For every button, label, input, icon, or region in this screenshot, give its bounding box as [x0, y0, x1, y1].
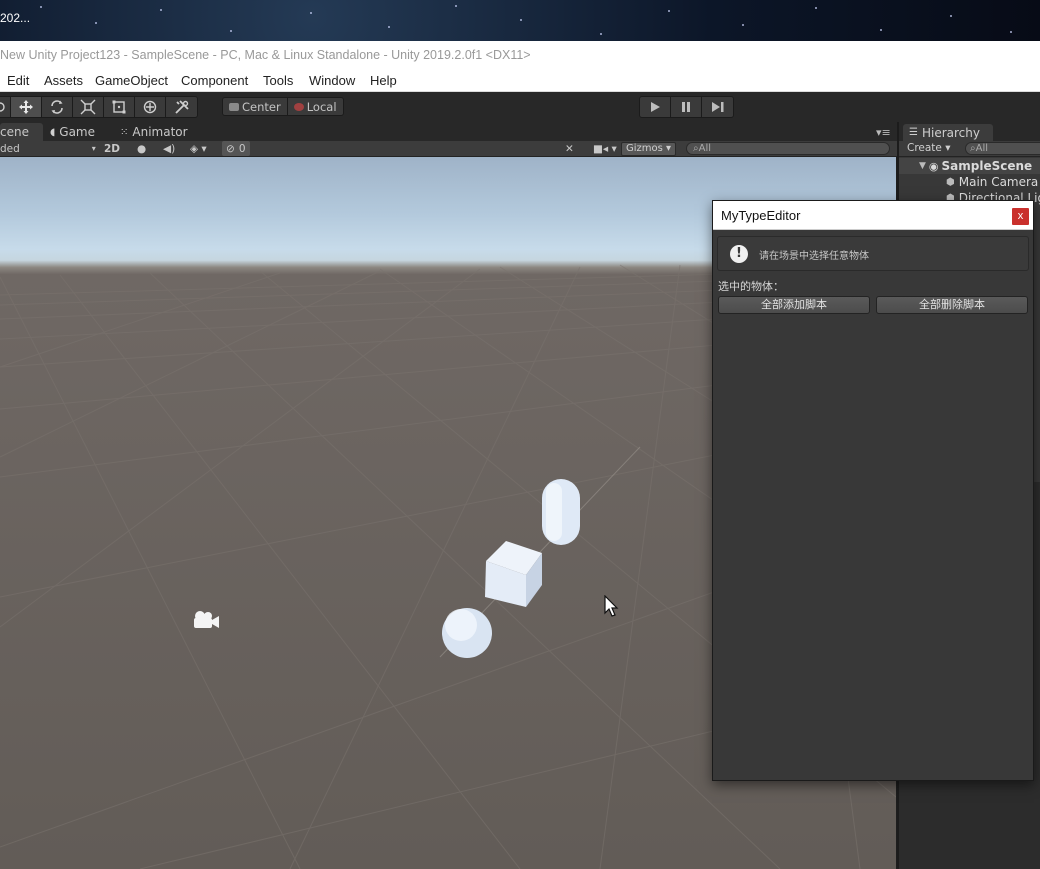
rect-icon[interactable] [104, 97, 135, 117]
gizmos-label: Gizmos [626, 143, 663, 154]
gizmos-dropdown[interactable]: Gizmos ▾ [621, 142, 677, 156]
menu-assets[interactable]: Assets [44, 73, 83, 88]
menu-gameobject[interactable]: GameObject [95, 73, 168, 88]
sphere-object[interactable] [442, 608, 492, 658]
main-toolbar: Center Local [0, 92, 1040, 122]
hierarchy-item-label: Main Camera [958, 175, 1039, 189]
rotate-icon[interactable] [42, 97, 73, 117]
window-titlebar[interactable]: New Unity Project123 - SampleScene - PC,… [0, 41, 1040, 69]
selected-objects-label: 选中的物体： [718, 280, 784, 293]
center-icon [229, 102, 239, 111]
pivot-rotation-label: Local [306, 99, 337, 114]
move-icon[interactable] [11, 97, 42, 117]
help-message: 请在场景中选择任意物体 [759, 251, 869, 262]
tab-hierarchy[interactable]: ☰ Hierarchy [903, 124, 993, 141]
cube-object[interactable] [485, 541, 542, 607]
scene-tab-row: cene ◖ Game ⁙ Animator ▾≡ [0, 122, 897, 141]
mouse-cursor-icon [604, 595, 619, 617]
pause-button[interactable] [671, 97, 702, 117]
menu-component[interactable]: Component [181, 73, 248, 88]
hierarchy-search-placeholder: All [975, 143, 989, 154]
menu-window[interactable]: Window [309, 73, 355, 88]
window-title: New Unity Project123 - SampleScene - PC,… [0, 48, 531, 62]
scene-view-toolbar: ded ▾ 2D ● ◀) ◈ ▾ ⊘ 0 ✕ ■◂ ▾ Gizmos ▾ ⌕A… [0, 141, 897, 157]
transform-icon[interactable] [135, 97, 166, 117]
pivot-mode-toggle[interactable]: Center [223, 98, 288, 115]
effects-icon: ◈ ▾ [190, 142, 207, 155]
tools-icon[interactable]: ✕ [565, 141, 574, 156]
playmode-controls [639, 96, 734, 118]
tab-animator-label: Animator [132, 125, 188, 139]
create-label: Create [907, 142, 942, 154]
editor-title: MyTypeEditor [721, 208, 801, 223]
tab-menu-icon[interactable]: ▾≡ [876, 126, 891, 139]
menu-help[interactable]: Help [370, 73, 397, 88]
menu-edit[interactable]: Edit [7, 73, 29, 88]
step-button[interactable] [702, 97, 733, 117]
2d-toggle[interactable]: 2D [104, 141, 120, 156]
audio-toggle[interactable]: ◀) [163, 141, 175, 156]
unity-editor-screen: 202... New Unity Project123 - SampleScen… [0, 0, 1040, 869]
desktop-taskbar-label[interactable]: 202... [0, 11, 30, 25]
add-all-scripts-button[interactable]: 全部添加脚本 [718, 296, 870, 314]
local-icon [293, 102, 304, 111]
tab-hierarchy-label: Hierarchy [921, 125, 980, 140]
tab-animator[interactable]: ⁙ Animator [120, 123, 188, 141]
pivot-toggles: Center Local [222, 97, 344, 116]
scale-icon[interactable] [73, 97, 104, 117]
hierarchy-item-main-camera[interactable]: ⬢ Main Camera [899, 174, 1040, 190]
custom-tool-icon[interactable] [166, 97, 197, 117]
remove-all-scripts-button[interactable]: 全部删除脚本 [876, 296, 1028, 314]
expand-triangle-icon[interactable]: ▼ [919, 161, 926, 171]
desktop-background: 202... [0, 0, 1040, 41]
menu-tools[interactable]: Tools [263, 73, 293, 88]
effects-dropdown[interactable]: ◈ ▾ [190, 141, 207, 156]
pacman-icon: ◖ [50, 126, 56, 138]
lighting-toggle[interactable]: ● [137, 141, 146, 156]
scene-name: SampleScene [941, 159, 1033, 173]
hidden-objects-toggle[interactable]: ⊘ 0 [222, 141, 250, 156]
chevron-down-icon: ▾ [91, 144, 96, 153]
bulb-icon: ● [137, 142, 147, 155]
warning-icon: ! [730, 245, 748, 263]
shading-mode-dropdown[interactable]: ded ▾ [0, 141, 96, 156]
hierarchy-toolbar: Create ▾ ⌕All [899, 141, 1040, 157]
camera-gizmo-icon[interactable] [190, 609, 222, 631]
capsule-object[interactable] [542, 479, 580, 545]
pivot-mode-label: Center [242, 99, 281, 114]
hierarchy-scene-row[interactable]: ▼ ◉ SampleScene [899, 158, 1040, 174]
2d-toggle-label: 2D [104, 142, 121, 155]
hierarchy-tabbar: ☰ Hierarchy [899, 122, 1040, 141]
tab-scene-label: cene [0, 125, 29, 139]
hierarchy-search-input[interactable]: ⌕All [965, 142, 1040, 155]
editor-titlebar[interactable]: MyTypeEditor x [713, 201, 1033, 230]
animator-icon: ⁙ [120, 126, 129, 138]
speaker-icon: ◀) [163, 142, 176, 155]
pivot-rotation-toggle[interactable]: Local [288, 98, 343, 115]
menubar: Edit Assets GameObject Component Tools W… [0, 69, 1040, 92]
create-dropdown[interactable]: Create ▾ [907, 142, 951, 154]
close-button[interactable]: x [1012, 208, 1029, 225]
unity-scene-icon: ◉ [928, 159, 939, 173]
scene-search-placeholder: All [698, 143, 712, 154]
cube-icon: ⬢ [946, 176, 955, 188]
scene-search-input[interactable]: ⌕All [686, 142, 890, 155]
mytypeeditor-window: MyTypeEditor x ! 请在场景中选择任意物体 选中的物体： 全部添加… [712, 200, 1034, 781]
list-icon: ☰ [909, 127, 918, 138]
help-box: ! 请在场景中选择任意物体 [717, 236, 1029, 271]
hidden-count: 0 [238, 142, 246, 155]
tab-game[interactable]: ◖ Game [50, 123, 95, 141]
play-button[interactable] [640, 97, 671, 117]
tab-scene[interactable]: cene [0, 123, 43, 141]
camera-icon: ■◂ ▾ [593, 142, 617, 155]
hand-icon[interactable] [0, 97, 11, 117]
shading-mode-label: ded [0, 142, 20, 155]
camera-dropdown[interactable]: ■◂ ▾ [593, 141, 617, 156]
eye-slash-icon: ⊘ [226, 142, 235, 155]
tab-game-label: Game [59, 125, 96, 139]
transform-tools [0, 96, 198, 118]
